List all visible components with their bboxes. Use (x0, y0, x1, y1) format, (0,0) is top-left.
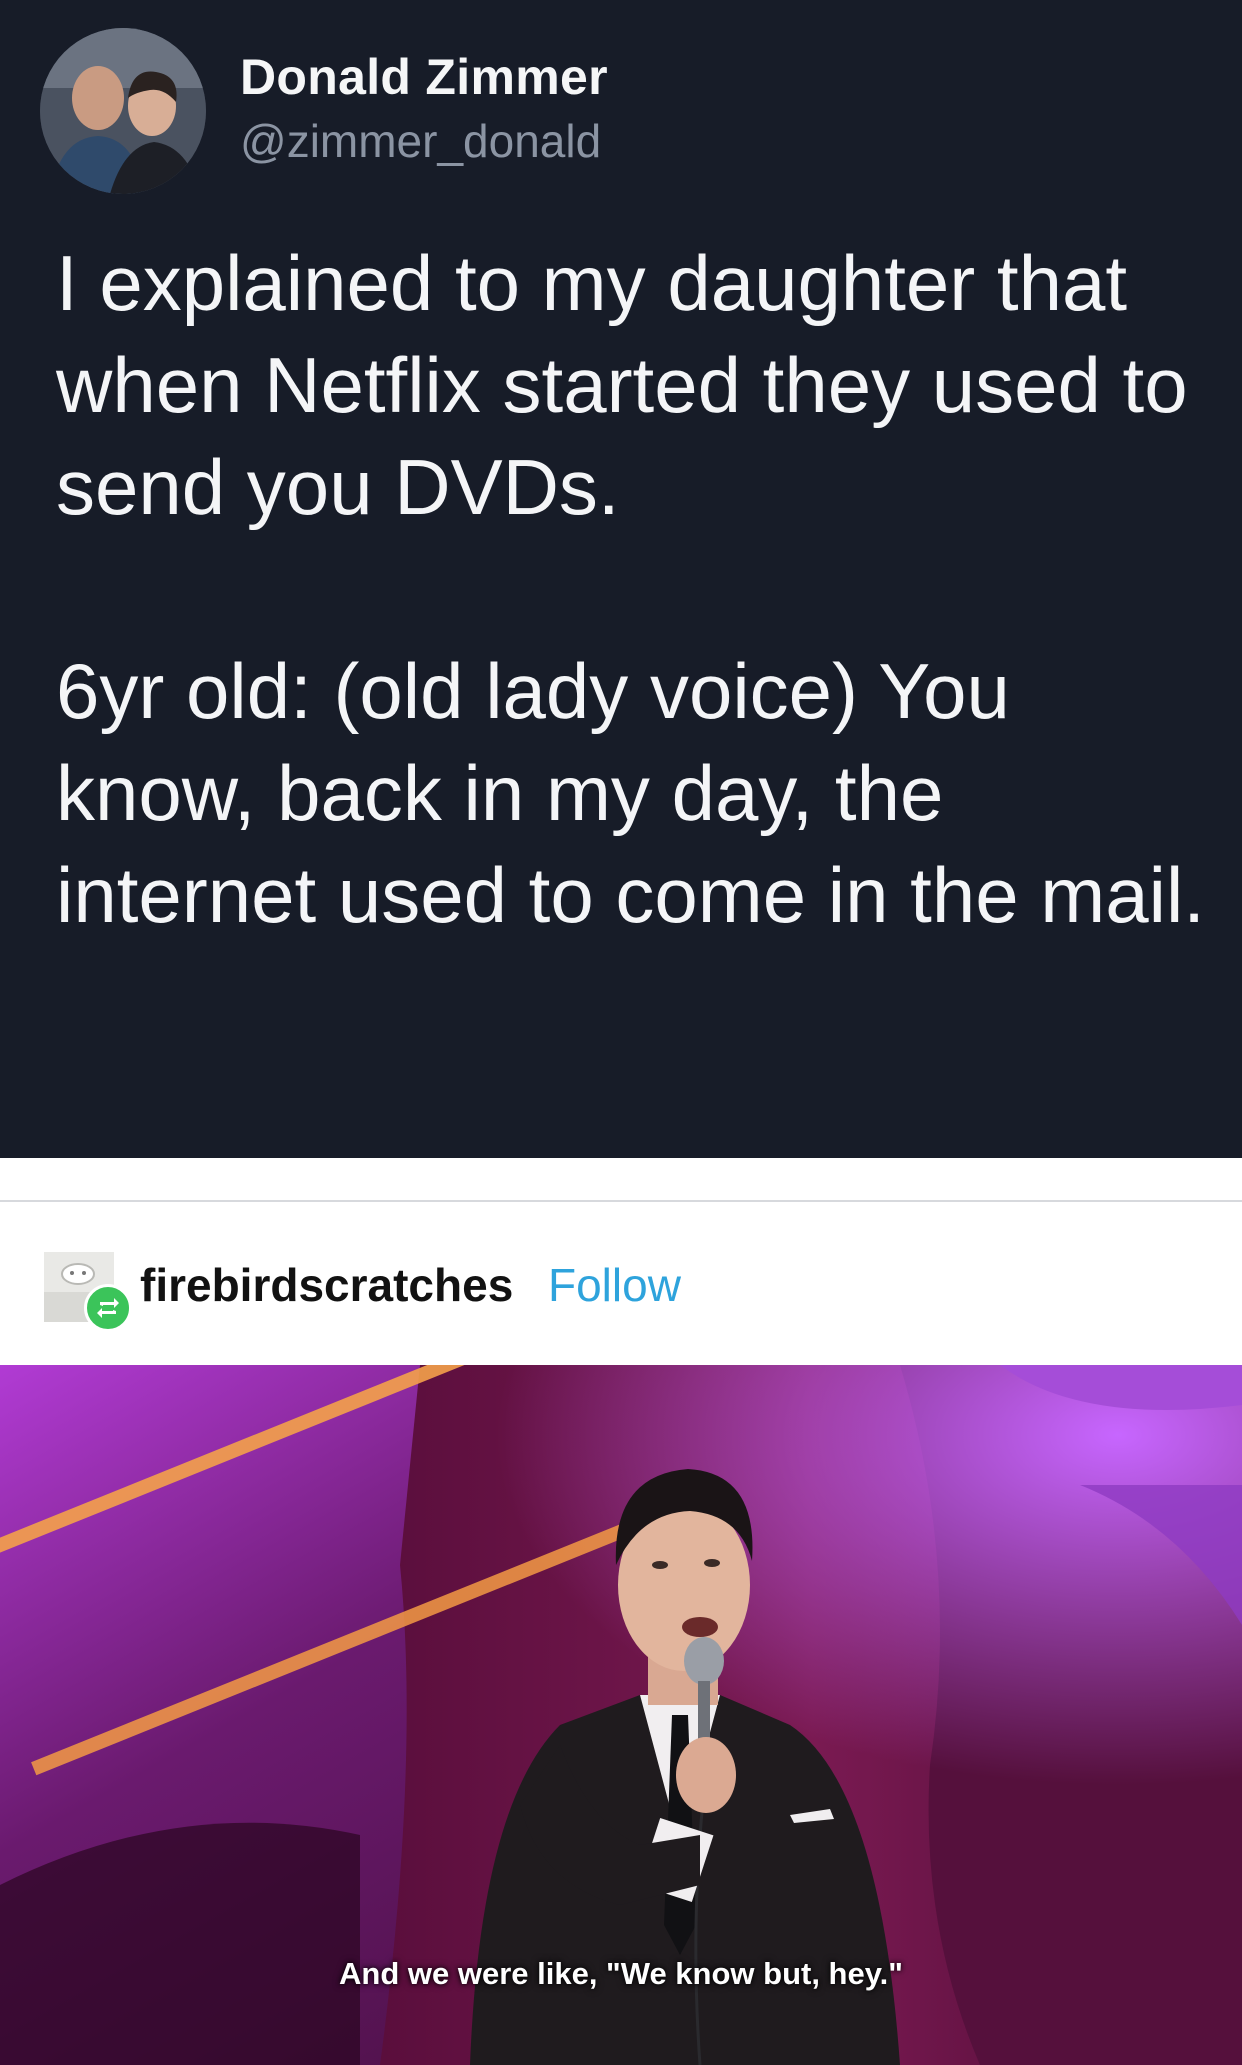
author-avatar[interactable] (40, 28, 206, 194)
reblog-header: firebirdscratches Follow (0, 1158, 1242, 1365)
reblog-icon (84, 1284, 132, 1332)
tweet-paragraph: I explained to my daughter that when Net… (56, 239, 1188, 531)
author-name[interactable]: Donald Zimmer (240, 48, 608, 106)
divider (0, 1200, 1242, 1202)
profile-photo-icon (40, 28, 206, 194)
follow-button[interactable]: Follow (548, 1258, 681, 1312)
reblogger-username[interactable]: firebirdscratches (140, 1258, 513, 1312)
tweet-card: Donald Zimmer @zimmer_donald I explained… (0, 0, 1242, 1158)
tweet-text: I explained to my daughter that when Net… (56, 232, 1216, 946)
post-photo: And we were like, "We know but, hey." (0, 1365, 1242, 2065)
tweet-paragraph: 6yr old: (old lady voice) You know, back… (56, 647, 1205, 939)
video-subtitle: And we were like, "We know but, hey." (339, 1956, 903, 1991)
author-handle[interactable]: @zimmer_donald (240, 114, 601, 168)
